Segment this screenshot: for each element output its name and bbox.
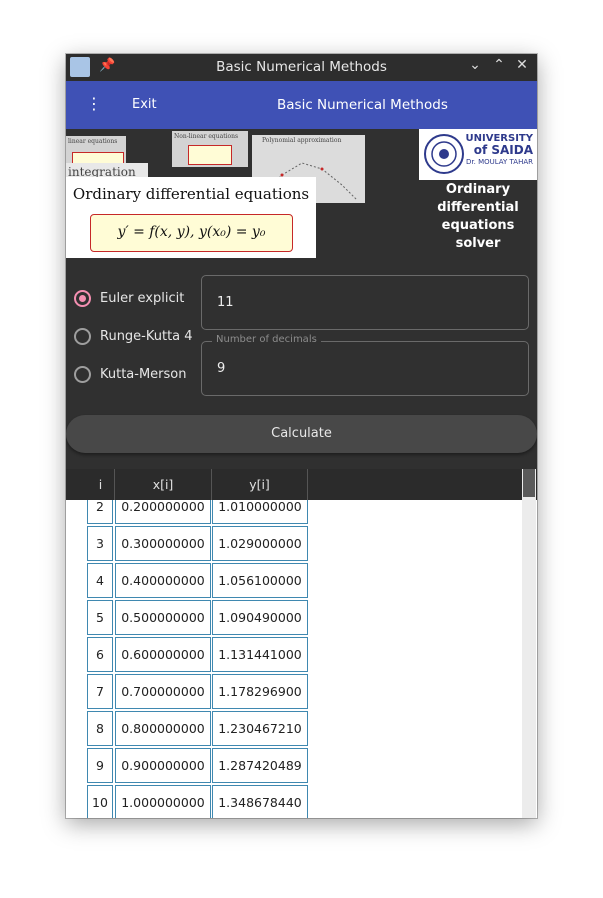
decimals-value: 9: [217, 361, 226, 376]
table-header: i x[i] y[i]: [66, 469, 537, 500]
university-line-2: of SAIDA: [473, 143, 533, 157]
decimals-label: Number of decimals: [212, 334, 321, 345]
minimize-icon[interactable]: ⌄: [466, 57, 484, 73]
thumb2-label: Non-linear equations: [174, 133, 239, 140]
method-label-rk4: Runge-Kutta 4: [100, 328, 193, 344]
banner: linear equations integration Non-linear …: [66, 129, 537, 279]
cell-i[interactable]: 5: [87, 600, 113, 635]
cell-y[interactable]: 1.029000000: [212, 526, 308, 561]
cell-x[interactable]: 0.600000000: [115, 637, 211, 672]
ode-formula-box: y′ = f(x, y), y(x₀) = y₀: [90, 214, 293, 252]
university-line-3: Dr. MOULAY TAHAR: [466, 158, 533, 166]
calculate-button[interactable]: Calculate: [66, 415, 537, 453]
cell-i[interactable]: 4: [87, 563, 113, 598]
ode-title: Ordinary differential equations: [72, 185, 310, 203]
method-kutta-merson[interactable]: Kutta-Merson: [74, 363, 187, 385]
thumb3-label: Polynomial approximation: [262, 137, 342, 144]
header-x[interactable]: x[i]: [115, 469, 212, 500]
vertical-scrollbar[interactable]: [522, 469, 536, 818]
university-name: UNIVERSITY of SAIDA Dr. MOULAY TAHAR: [466, 133, 533, 168]
thumb2-formula-box: [188, 145, 232, 165]
radio-kutta-merson[interactable]: [74, 365, 91, 383]
solver-title-line-3: equations solver: [441, 218, 515, 251]
ode-equation: y′ = f(x, y), y(x₀) = y₀: [117, 224, 266, 240]
cell-y[interactable]: 1.348678440: [212, 785, 308, 818]
cell-i[interactable]: 3: [87, 526, 113, 561]
header-y[interactable]: y[i]: [212, 469, 308, 500]
cell-i[interactable]: 6: [87, 637, 113, 672]
thumbnail-nonlinear-equations: Non-linear equations: [172, 131, 248, 167]
app-window: 📌 Basic Numerical Methods ⌄ ⌃ ✕ ⋮ Exit B…: [66, 54, 537, 818]
cell-y[interactable]: 1.090490000: [212, 600, 308, 635]
method-euler-explicit[interactable]: Euler explicit: [74, 287, 184, 309]
cell-x[interactable]: 0.900000000: [115, 748, 211, 783]
results-table: i x[i] y[i] 2 0.200000000 1.010000000 3 0.30…: [66, 469, 537, 818]
points-value: 11: [217, 295, 234, 310]
close-icon[interactable]: ✕: [513, 57, 531, 73]
seal-icon: [424, 134, 464, 174]
radio-runge-kutta-4[interactable]: [74, 327, 91, 345]
maximize-icon[interactable]: ⌃: [490, 57, 508, 73]
cell-i[interactable]: 10: [87, 785, 113, 818]
app-bar: ⋮ Exit Basic Numerical Methods: [66, 81, 537, 129]
solver-title-line-1: Ordinary: [445, 182, 511, 197]
cell-x[interactable]: 1.000000000: [115, 785, 211, 818]
solver-title-line-2: differential: [437, 200, 519, 215]
cell-x[interactable]: 0.300000000: [115, 526, 211, 561]
method-label-euler: Euler explicit: [100, 290, 185, 306]
app-title: Basic Numerical Methods: [277, 97, 448, 113]
cell-x[interactable]: 0.800000000: [115, 711, 211, 746]
exit-button[interactable]: Exit: [132, 97, 157, 112]
cell-x[interactable]: 0.700000000: [115, 674, 211, 709]
cell-y[interactable]: 1.230467210: [212, 711, 308, 746]
method-label-kutta-merson: Kutta-Merson: [100, 366, 187, 382]
thumb1-label: linear equations: [68, 138, 118, 145]
more-vert-icon[interactable]: ⋮: [86, 94, 102, 113]
solver-title: Ordinary differential equations solver: [419, 181, 537, 253]
cell-y[interactable]: 1.287420489: [212, 748, 308, 783]
cell-i[interactable]: 8: [87, 711, 113, 746]
cell-x[interactable]: 0.400000000: [115, 563, 211, 598]
cell-y[interactable]: 1.056100000: [212, 563, 308, 598]
window-titlebar[interactable]: 📌 Basic Numerical Methods ⌄ ⌃ ✕: [66, 54, 537, 81]
cell-i[interactable]: 7: [87, 674, 113, 709]
cell-x[interactable]: 0.500000000: [115, 600, 211, 635]
method-runge-kutta-4[interactable]: Runge-Kutta 4: [74, 325, 193, 347]
ode-card: Ordinary differential equations y′ = f(x…: [66, 177, 316, 258]
university-logo: UNIVERSITY of SAIDA Dr. MOULAY TAHAR: [419, 129, 537, 180]
radio-euler-explicit[interactable]: [74, 289, 91, 307]
points-field[interactable]: 11: [201, 275, 529, 330]
cell-y[interactable]: 1.131441000: [212, 637, 308, 672]
cell-y[interactable]: 1.178296900: [212, 674, 308, 709]
decimals-field[interactable]: Number of decimals 9: [201, 334, 529, 396]
header-i[interactable]: i: [87, 469, 115, 500]
scrollbar-thumb[interactable]: [523, 469, 535, 497]
cell-i[interactable]: 9: [87, 748, 113, 783]
